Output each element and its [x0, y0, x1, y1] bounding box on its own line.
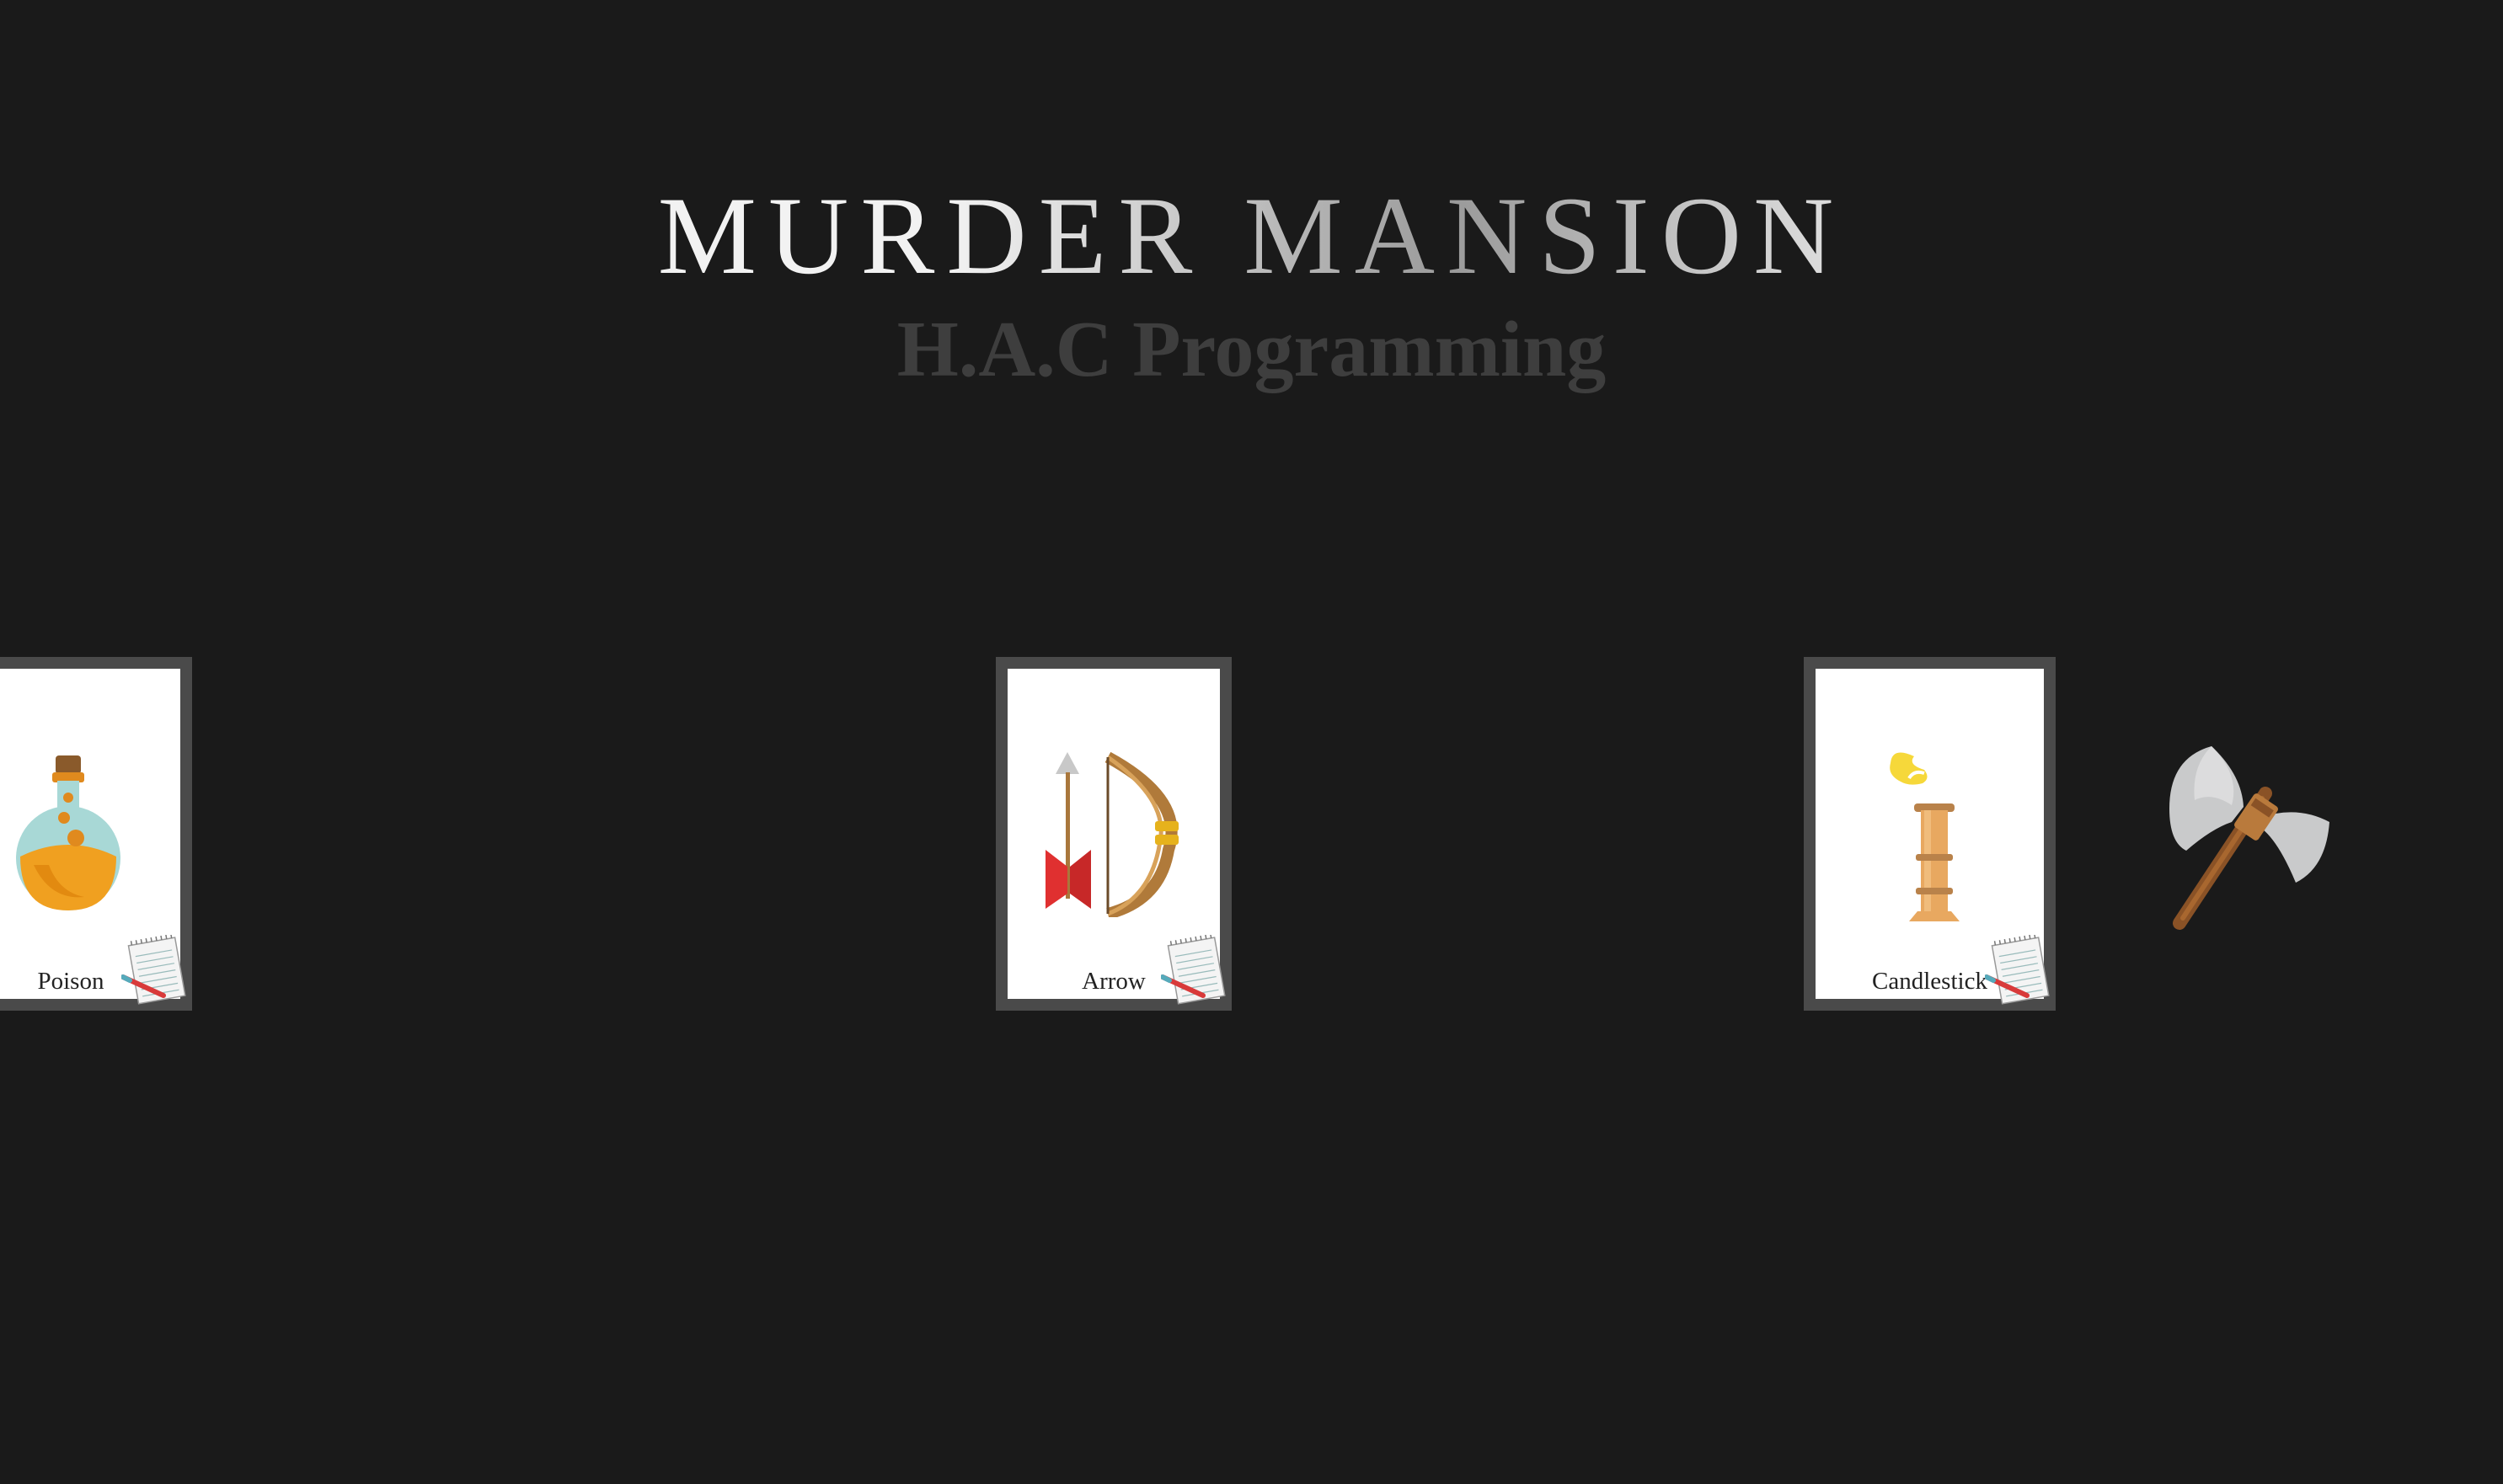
card-arrow[interactable]: Arrow	[996, 657, 1232, 1011]
game-subtitle: H.A.C Programming	[896, 306, 1607, 393]
notepad-icon[interactable]	[121, 935, 187, 1006]
game-stage: MURDER MANSION H.A.C Programming Poison	[0, 0, 2503, 1484]
battle-axe-icon[interactable]	[2161, 741, 2334, 935]
poison-potion-icon	[0, 745, 180, 921]
card-candlestick[interactable]: Candlestick	[1804, 657, 2056, 1011]
bow-and-arrow-icon	[1008, 745, 1220, 921]
notepad-icon[interactable]	[1161, 935, 1227, 1006]
card-face: Candlestick	[1816, 669, 2050, 1005]
notepad-icon[interactable]	[1985, 935, 2051, 1006]
card-face: Poison	[0, 669, 186, 1005]
card-face: Arrow	[1008, 669, 1226, 1005]
candlestick-icon	[1816, 745, 2044, 921]
card-poison[interactable]: Poison	[0, 657, 192, 1011]
game-title: MURDER MANSION	[0, 168, 2503, 303]
